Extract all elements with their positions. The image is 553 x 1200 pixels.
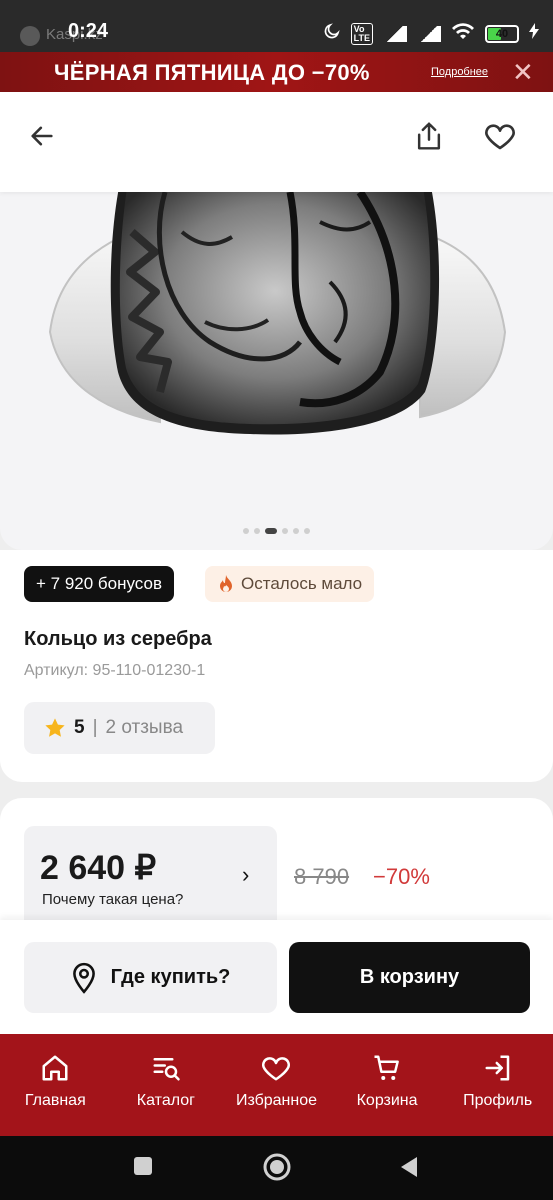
home-icon [42, 1055, 68, 1081]
where-to-buy-label: Где купить? [110, 966, 231, 988]
promo-text: ЧЁРНАЯ ПЯТНИЦА ДО −70% [54, 60, 370, 85]
gallery-dots [0, 528, 553, 534]
back-button[interactable] [22, 116, 62, 156]
old-price: 8 790 [294, 864, 350, 889]
heart-icon [262, 1057, 291, 1081]
share-button[interactable] [409, 116, 449, 156]
nav-item-profile[interactable]: Профиль [443, 1034, 553, 1136]
product-info-card: + 7 920 бонусов Осталось мало Кольцо из … [0, 550, 553, 782]
price-box[interactable]: 2 640 ₽ Почему такая цена? › [24, 826, 277, 928]
nav-item-favorites[interactable]: Избранное [221, 1034, 331, 1136]
cart-icon [374, 1055, 399, 1080]
close-icon[interactable]: ✕ [512, 57, 534, 88]
reviews-count: 2 отзыва [105, 717, 184, 738]
share-icon [417, 122, 441, 150]
low-stock-label: Осталось мало [241, 574, 363, 593]
status-bar: Kaspi.kz 0:24 Vo LTE 40 [0, 0, 553, 52]
rating-button[interactable]: 5 | 2 отзыва [24, 702, 215, 754]
product-article: Артикул: 95-110-01230-1 [24, 662, 206, 679]
where-to-buy-button[interactable]: Где купить? [24, 942, 277, 1013]
charging-icon [529, 23, 539, 44]
battery-icon: 40 [485, 24, 519, 43]
recents-button[interactable] [133, 1156, 153, 1181]
promo-banner[interactable]: ЧЁРНАЯ ПЯТНИЦА ДО −70% Подробнее ✕ [0, 52, 553, 92]
catalog-icon [153, 1058, 180, 1081]
product-title: Кольцо из серебра [24, 628, 212, 650]
low-stock-chip: Осталось мало [205, 566, 375, 602]
product-image-gallery[interactable] [0, 192, 553, 550]
add-to-cart-button[interactable]: В корзину [289, 942, 530, 1013]
wifi-icon [451, 22, 475, 45]
square-icon [134, 1157, 152, 1175]
action-bar: Где купить? В корзину [0, 920, 553, 1034]
signal-icon [383, 25, 407, 42]
status-time: 0:24 [68, 20, 109, 42]
nav-label-home: Главная [24, 1092, 86, 1109]
back-system-button[interactable] [399, 1156, 419, 1183]
signal-icon-2 [417, 25, 441, 42]
nav-label-profile: Профиль [463, 1092, 533, 1109]
circle-icon [263, 1153, 291, 1181]
gallery-dot[interactable] [282, 528, 288, 534]
star-icon [45, 718, 65, 737]
gallery-dot[interactable] [293, 528, 299, 534]
home-system-button[interactable] [262, 1152, 292, 1187]
bonus-chip[interactable]: + 7 920 бонусов [24, 566, 174, 602]
app-icon [20, 26, 40, 46]
gallery-dot[interactable] [254, 528, 260, 534]
nav-label-catalog: Каталог [136, 1092, 195, 1109]
moon-icon [323, 22, 341, 45]
nav-label-cart: Корзина [356, 1092, 418, 1109]
gallery-dot-active[interactable] [265, 528, 277, 534]
volte-icon: Vo LTE [350, 22, 373, 45]
rating-value: 5 [74, 717, 85, 738]
system-navigation-bar [0, 1136, 553, 1200]
price-card: 2 640 ₽ Почему такая цена? › 8 790 −70% [0, 798, 553, 928]
product-header [0, 92, 553, 192]
nav-item-cart[interactable]: Корзина [332, 1034, 442, 1136]
nav-item-catalog[interactable]: Каталог [111, 1034, 221, 1136]
login-icon [485, 1055, 509, 1081]
promo-more-link[interactable]: Подробнее [431, 66, 488, 78]
arrow-left-icon [31, 126, 53, 146]
gallery-dot[interactable] [243, 528, 249, 534]
current-price: 2 640 ₽ [40, 849, 157, 887]
price-why-link[interactable]: Почему такая цена? [42, 891, 183, 908]
product-image [48, 192, 507, 435]
location-pin-icon [72, 962, 95, 994]
gallery-dot[interactable] [304, 528, 310, 534]
rating-separator: | [92, 717, 98, 738]
favorite-button[interactable] [480, 116, 520, 156]
chevron-right-icon: › [242, 862, 250, 887]
bottom-navigation: Главная Каталог Избранное Корзина Профил… [0, 1034, 553, 1136]
triangle-back-icon [401, 1157, 417, 1177]
nav-label-favorites: Избранное [235, 1092, 318, 1109]
discount-badge: −70% [373, 864, 430, 889]
heart-icon [485, 124, 515, 150]
flame-icon [220, 575, 232, 592]
nav-item-home[interactable]: Главная [0, 1034, 110, 1136]
